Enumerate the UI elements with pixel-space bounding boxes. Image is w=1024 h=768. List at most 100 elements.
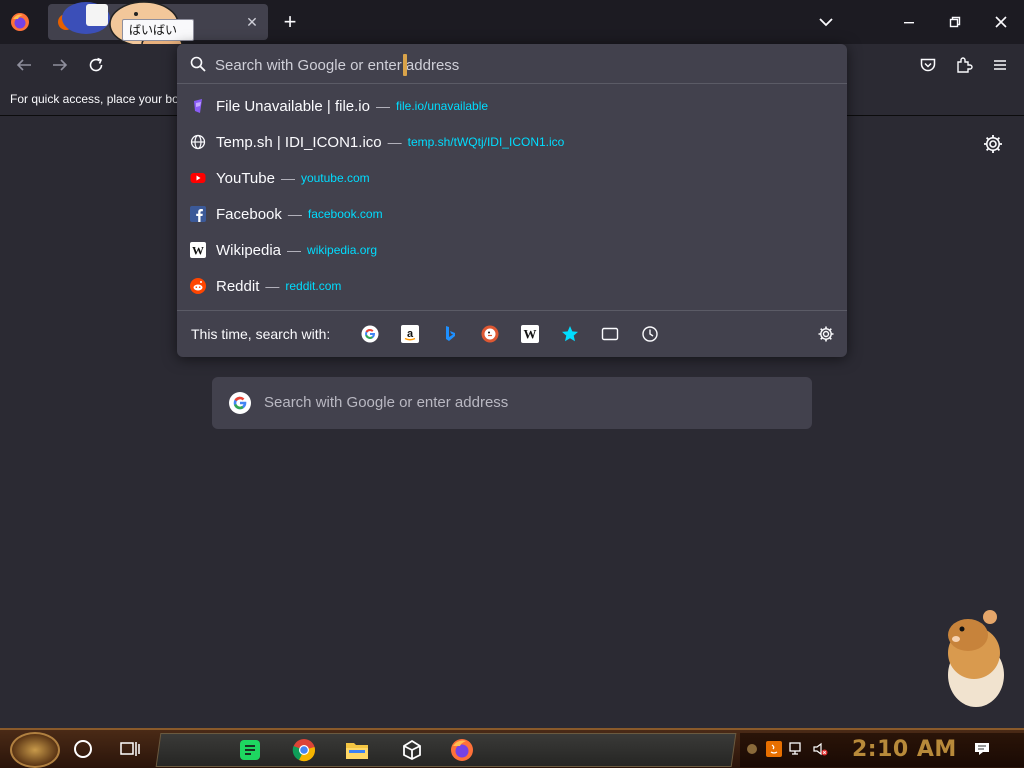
globe-icon <box>190 134 206 150</box>
new-tab-button[interactable]: + <box>278 10 302 34</box>
list-all-tabs-button[interactable] <box>816 12 836 32</box>
svg-text:W: W <box>524 327 537 342</box>
wikipedia-icon: W <box>190 242 206 258</box>
text-cursor <box>403 54 407 76</box>
result-separator: — <box>280 170 295 186</box>
taskbar-unity-app[interactable] <box>400 738 424 762</box>
tray-volume-button[interactable] <box>812 741 828 757</box>
arrow-right-icon <box>53 59 68 71</box>
arrow-left-icon <box>16 59 31 71</box>
result-separator: — <box>265 278 280 294</box>
chrome-icon <box>292 739 315 762</box>
gear-icon <box>818 326 834 342</box>
extensions-button[interactable] <box>952 53 976 77</box>
action-center-button[interactable] <box>974 741 990 757</box>
search-icon <box>190 56 206 72</box>
chevron-down-icon <box>819 18 833 27</box>
reload-icon <box>89 57 103 72</box>
app-menu-button[interactable] <box>988 53 1012 77</box>
notification-icon <box>975 743 989 755</box>
search-engine-duckduckgo-button[interactable] <box>481 325 499 343</box>
gear-badge-icon <box>747 744 757 754</box>
restore-button[interactable] <box>932 0 978 44</box>
result-row-wikipedia[interactable]: W Wikipedia — wikipedia.org <box>177 232 847 268</box>
one-off-label: This time, search with: <box>191 326 331 342</box>
result-title: File Unavailable | file.io <box>216 97 370 115</box>
page-search-box[interactable]: Search with Google or enter address <box>212 377 812 429</box>
one-off-search-buttons: This time, search with: a W <box>177 310 847 357</box>
customize-new-tab-button[interactable] <box>982 133 1004 155</box>
search-engine-amazon-button[interactable]: a <box>401 325 419 343</box>
taskbar-chrome-app[interactable] <box>292 738 316 762</box>
result-row-reddit[interactable]: Reddit — reddit.com <box>177 268 847 304</box>
tabs-icon <box>601 327 619 341</box>
tray-java-icon-button[interactable] <box>766 741 782 757</box>
taskbar: 2:10 AM <box>0 728 1024 768</box>
taskbar-notes-app[interactable] <box>238 738 262 762</box>
search-bookmarks-button[interactable] <box>561 325 579 343</box>
result-url: file.io/unavailable <box>395 99 489 113</box>
forward-button[interactable] <box>48 53 72 77</box>
task-view-icon <box>120 742 140 756</box>
back-button[interactable] <box>12 53 36 77</box>
address-bar-input[interactable] <box>215 54 815 76</box>
tray-network-button[interactable] <box>789 741 805 757</box>
close-window-button[interactable] <box>978 0 1024 44</box>
hamburger-menu-icon <box>994 60 1006 70</box>
search-engine-wikipedia-button[interactable]: W <box>521 325 539 343</box>
result-row-file-io[interactable]: File Unavailable | file.io — file.io/una… <box>177 88 847 124</box>
bookmarks-star-icon <box>562 326 578 342</box>
search-engine-bing-button[interactable] <box>441 325 459 343</box>
cortana-search-button[interactable] <box>74 740 92 758</box>
google-icon <box>361 325 379 343</box>
reload-button[interactable] <box>84 53 108 77</box>
amazon-icon: a <box>401 325 419 343</box>
result-separator: — <box>287 206 302 222</box>
taskbar-firefox-app[interactable] <box>450 738 474 762</box>
search-tabs-button[interactable] <box>601 325 619 343</box>
address-bar <box>177 44 847 84</box>
google-logo-icon <box>229 392 251 414</box>
result-row-youtube[interactable]: YouTube — youtube.com <box>177 160 847 196</box>
result-row-facebook[interactable]: Facebook — facebook.com <box>177 196 847 232</box>
tray-overflow-button[interactable] <box>744 741 760 757</box>
result-separator: — <box>287 242 302 258</box>
result-url: wikipedia.org <box>307 243 378 257</box>
minimize-button[interactable] <box>886 0 932 44</box>
result-url: facebook.com <box>307 207 383 221</box>
result-title: YouTube <box>216 169 275 187</box>
volume-muted-icon <box>813 742 828 756</box>
facebook-icon <box>190 206 206 222</box>
result-title: Facebook <box>216 205 282 223</box>
minimize-icon <box>904 22 914 24</box>
taskbar-file-explorer-app[interactable] <box>345 738 369 762</box>
bing-icon <box>446 326 455 341</box>
firefox-logo-icon <box>451 739 473 761</box>
firefox-logo-icon <box>11 13 29 31</box>
firefox-view-button[interactable] <box>8 10 32 34</box>
close-icon <box>995 16 1007 28</box>
taskbar-clock[interactable]: 2:10 AM <box>852 737 957 762</box>
result-title: Reddit <box>216 277 260 295</box>
gear-icon <box>984 135 1002 153</box>
restore-icon <box>949 16 961 28</box>
result-row-temp-sh[interactable]: Temp.sh | IDI_ICON1.ico — temp.sh/tWQtj/… <box>177 124 847 160</box>
history-icon <box>642 326 658 342</box>
search-history-button[interactable] <box>641 325 659 343</box>
address-bar-popup: File Unavailable | file.io — file.io/una… <box>177 44 847 357</box>
wikipedia-icon: W <box>521 325 539 343</box>
search-engine-google-button[interactable] <box>361 325 379 343</box>
youtube-icon <box>190 170 206 186</box>
page-search-placeholder: Search with Google or enter address <box>264 394 509 411</box>
search-settings-button[interactable] <box>817 325 835 343</box>
result-separator: — <box>387 134 402 150</box>
puzzle-icon <box>957 57 973 73</box>
network-icon <box>789 742 801 755</box>
tab-close-button[interactable]: ✕ <box>242 12 262 32</box>
task-view-button[interactable] <box>120 740 140 758</box>
start-button[interactable] <box>10 732 60 768</box>
notes-app-icon <box>240 740 260 760</box>
unity-icon <box>403 739 421 761</box>
svg-text:a: a <box>407 328 414 340</box>
pocket-button[interactable] <box>916 53 940 77</box>
